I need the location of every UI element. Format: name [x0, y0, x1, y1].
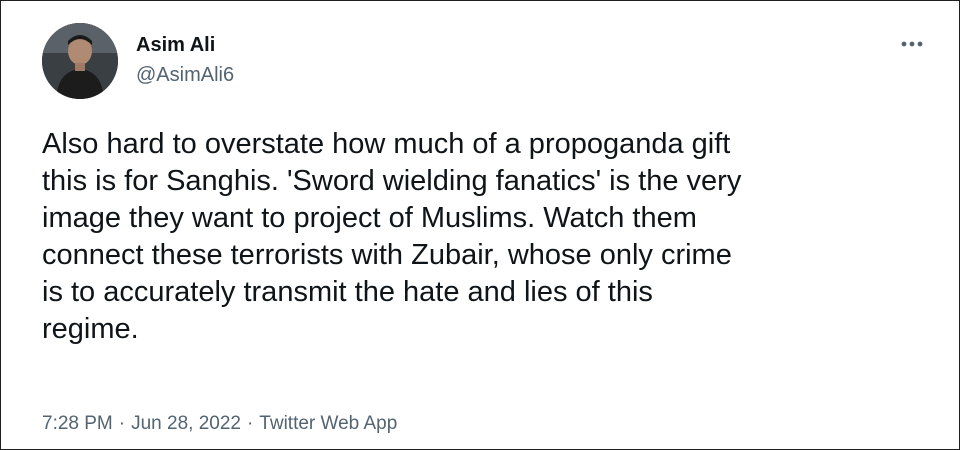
tweet-text-line: regime.: [42, 313, 139, 345]
tweet-source-link[interactable]: Twitter Web App: [259, 413, 397, 434]
tweet-text-line: Also hard to overstate how much of a pro…: [42, 128, 731, 160]
author-handle[interactable]: @AsimAli6: [136, 63, 234, 87]
author-display-name[interactable]: Asim Ali: [136, 33, 215, 57]
avatar-image: [42, 23, 118, 99]
tweet-text-line: image they want to project of Muslims. W…: [42, 202, 697, 234]
more-options-button[interactable]: [892, 28, 932, 56]
tweet-text-line: connect these terrorists with Zubair, wh…: [42, 239, 732, 271]
tweet-text-line: this is for Sanghis. 'Sword wielding fan…: [42, 165, 742, 197]
tweet-card: Asim Ali @AsimAli6 Also hard to overstat…: [2, 2, 958, 448]
tweet-date-link[interactable]: Jun 28, 2022: [131, 413, 241, 434]
avatar[interactable]: [42, 23, 118, 99]
screenshot-frame: Asim Ali @AsimAli6 Also hard to overstat…: [0, 0, 960, 450]
ellipsis-icon: [901, 41, 923, 47]
tweet-metadata: 7:28 PM · Jun 28, 2022 · Twitter Web App: [42, 412, 397, 436]
meta-separator: ·: [118, 413, 126, 434]
tweet-text-line: is to accurately transmit the hate and l…: [42, 276, 653, 308]
tweet-text: Also hard to overstate how much of a pro…: [42, 126, 922, 348]
meta-separator: ·: [246, 413, 254, 434]
tweet-time-link[interactable]: 7:28 PM: [42, 413, 113, 434]
